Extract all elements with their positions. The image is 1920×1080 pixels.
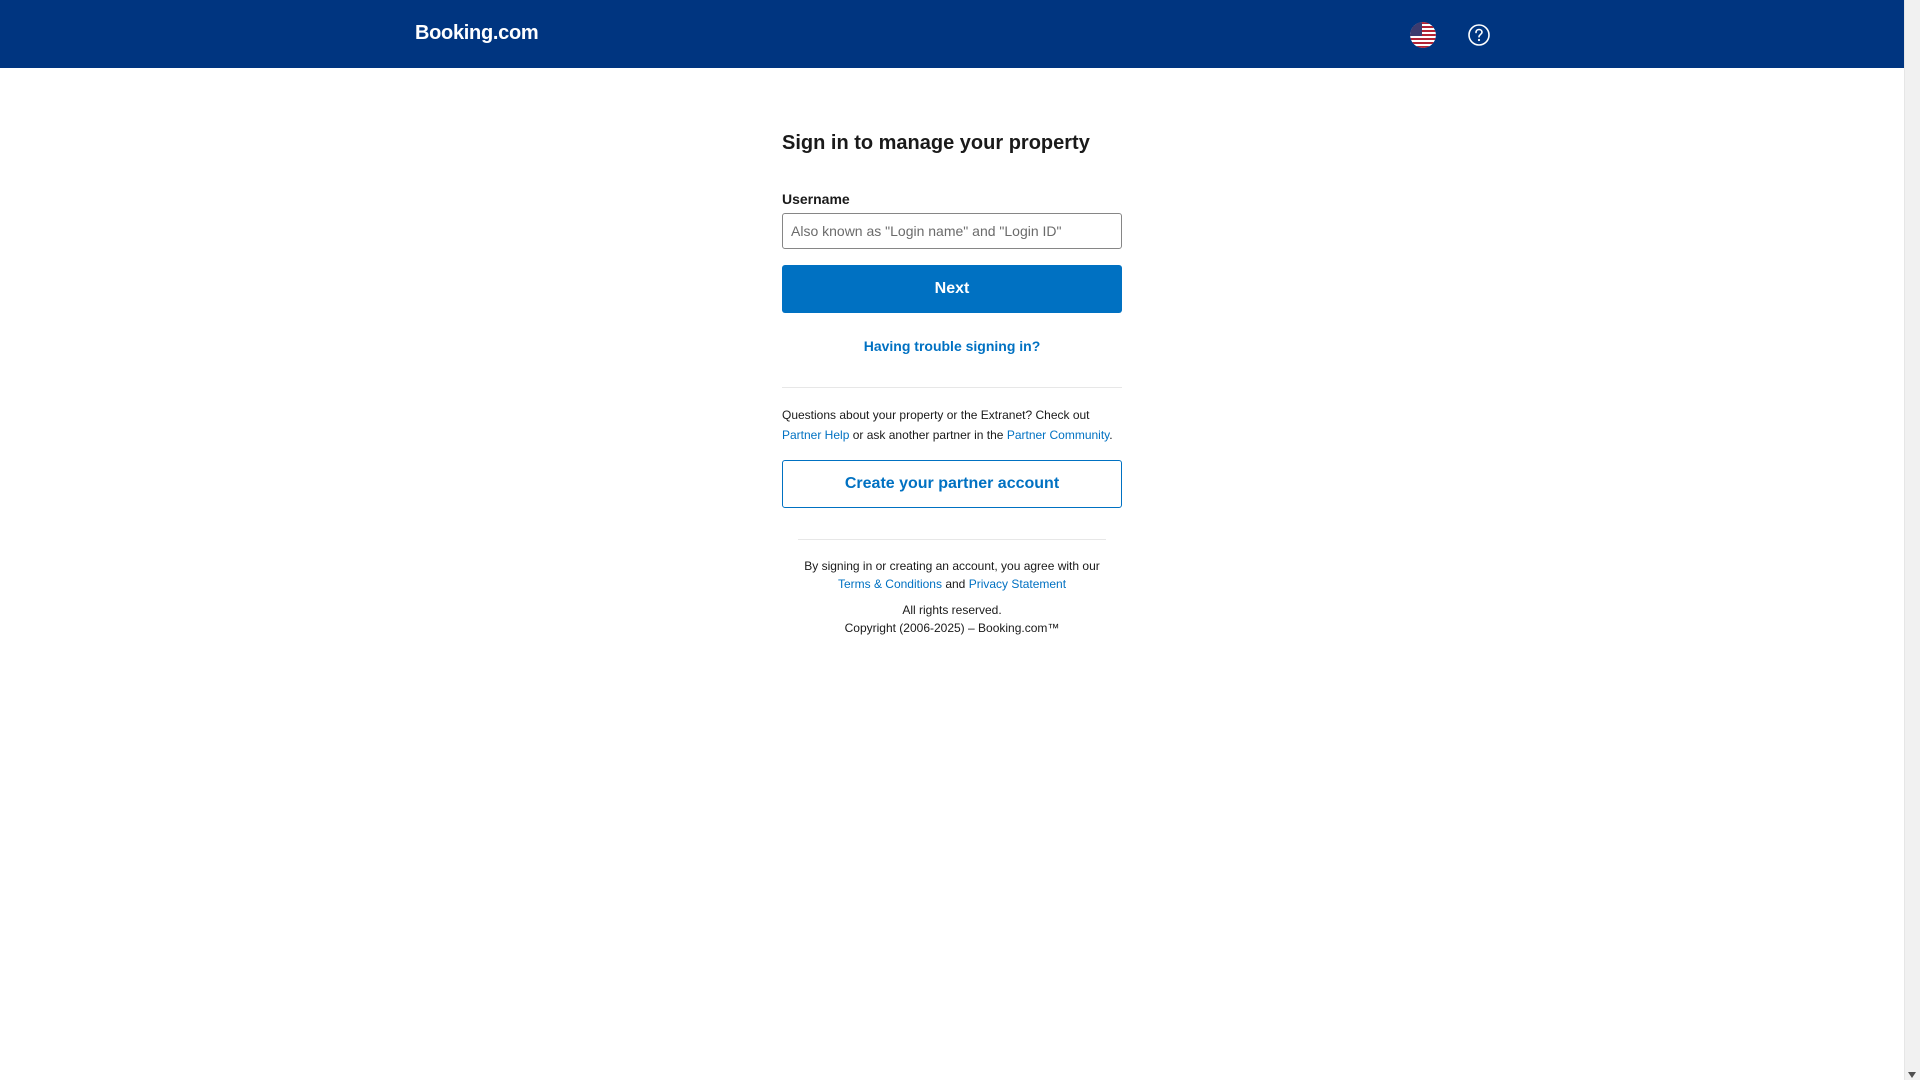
legal-and: and [941, 577, 969, 591]
scroll-down-arrow-icon[interactable] [1908, 1072, 1916, 1078]
trouble-signing-in-link[interactable]: Having trouble signing in? [782, 338, 1122, 354]
partner-help-link[interactable]: Partner Help [782, 428, 849, 442]
rights-text: All rights reserved. [902, 603, 1002, 617]
us-flag-icon [1410, 22, 1436, 48]
help-text: Questions about your property or the Ext… [782, 405, 1127, 445]
help-text-part-3: . [1109, 428, 1113, 442]
privacy-link[interactable]: Privacy Statement [969, 577, 1066, 591]
copyright-text: Copyright (2006-2025) – Booking.com™ [844, 621, 1060, 635]
top-header: Booking.com [0, 0, 1905, 68]
page: Booking.com Sign in to manage your prope… [0, 0, 1920, 1080]
vertical-scrollbar[interactable] [1904, 0, 1920, 1080]
booking-logo[interactable]: Booking.com [415, 22, 539, 45]
legal-text-part-1: By signing in or creating an account, yo… [804, 559, 1100, 573]
terms-link[interactable]: Terms & Conditions [838, 577, 942, 591]
help-button[interactable] [1466, 22, 1492, 48]
username-label: Username [782, 191, 850, 207]
next-button[interactable]: Next [782, 265, 1122, 313]
divider [782, 387, 1122, 388]
help-circle-icon [1468, 24, 1490, 46]
divider [798, 539, 1106, 540]
help-text-part-1: Questions about your property or the Ext… [782, 408, 1090, 422]
copyright-block: All rights reserved. Copyright (2006-202… [782, 601, 1122, 637]
help-text-part-2: or ask another partner in the [849, 428, 1007, 442]
partner-community-link[interactable]: Partner Community [1007, 428, 1109, 442]
create-partner-account-button[interactable]: Create your partner account [782, 460, 1122, 508]
page-title: Sign in to manage your property [782, 132, 1090, 154]
language-selector-button[interactable] [1410, 22, 1436, 48]
legal-text: By signing in or creating an account, yo… [762, 557, 1142, 593]
username-input[interactable] [782, 213, 1122, 249]
